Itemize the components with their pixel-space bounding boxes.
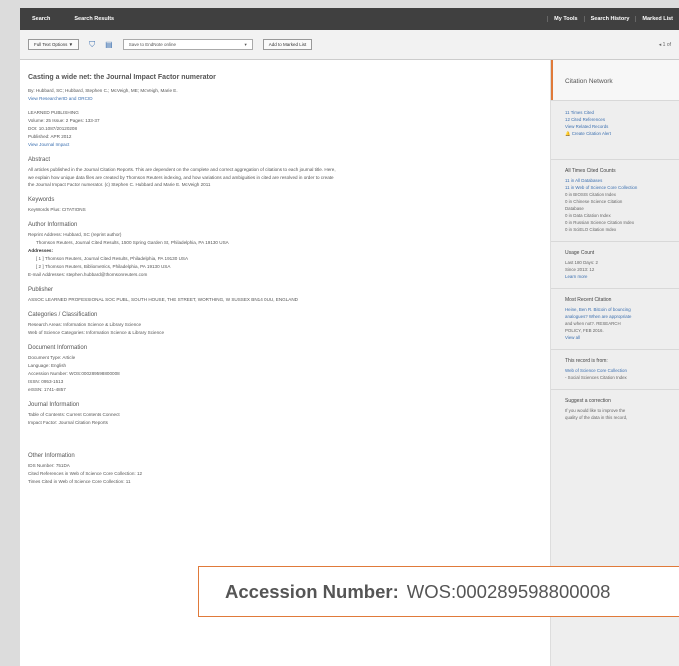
usage-since-2013: Since 2013: 12 [565,267,595,272]
published-date: Published: APR 2012 [28,134,72,139]
save-icon[interactable]: ⛉ [89,40,95,50]
record-pagination[interactable]: ◂ 1 of [659,42,679,48]
my-tools-menu[interactable]: My Tools [547,16,583,22]
record-source-heading: This record is from: [565,358,608,364]
categories-heading: Categories / Classification [28,311,98,318]
top-right-menu: My Tools Search History Marked List [547,16,679,22]
accession-number: Accession Number: WOS:000289598800008 [28,370,120,376]
record-source: This record is from: Web of Science Core… [551,349,679,389]
email-addresses[interactable]: E-mail Addresses: stephen.hubbard@thomso… [28,271,540,279]
document-info-heading: Document Information [28,344,88,351]
sidebar-title: Citation Network [551,60,679,100]
marked-list-link[interactable]: Marked List [635,16,679,22]
most-recent-heading: Most Recent Citation [565,297,612,303]
keywords: KeyWords Plus: CITATIONS [28,206,86,212]
suggest-line-1: If you would like to improve the [565,408,626,413]
doi: DOI: 10.1087/20120208 [28,126,78,131]
address-2: [ 2 ] Thomson Reuters, Bibliometrics, Ph… [36,263,171,269]
atc-biosis: 0 in BIOSIS Citation Index [565,192,617,197]
callout-label: Accession Number: [225,580,399,602]
atc-all-databases[interactable]: 11 in All Databases [565,177,679,184]
abstract-heading: Abstract [28,157,51,163]
full-text-options-button[interactable]: Full Text Options ▼ [28,39,80,50]
atc-scielo: 0 in SciELO Citation Index [565,227,617,232]
times-cited-link[interactable]: 11 Times Cited [565,109,679,116]
add-to-marked-list-button[interactable]: Add to Marked List [262,39,313,50]
keywords-heading: Keywords [28,196,55,203]
cited-references-count: Cited References in Web of Science Core … [28,470,143,476]
learn-more-link[interactable]: Learn more [565,273,679,280]
addresses-heading: Addresses: [28,247,54,253]
atc-core-collection[interactable]: 11 in Web of Science Core Collection [565,184,679,191]
most-recent-line-2[interactable]: analogues? When are appropriate [565,313,679,320]
journal-name: LEARNED PUBLISHING [28,110,79,115]
language: Language: English [28,362,67,368]
abstract-line-2: we explain how unique data files are cre… [28,174,334,180]
atc-chinese-database: Database [565,206,584,211]
save-to-select[interactable]: Save to EndNote online ▾ [122,39,253,50]
publisher-heading: Publisher [28,286,54,293]
create-alert-label: Create Citation Alert [571,131,611,136]
research-areas: Research Areas: Information Science & Li… [28,321,142,327]
record-source-collection[interactable]: Web of Science Core Collection [565,367,679,374]
researcher-id-link[interactable]: View ResearcherID and ORCID [28,95,540,103]
reprint-address: Reprint Address: Hubbard, SC (reprint au… [28,231,122,237]
address-1: [ 1 ] Thomson Reuters, Journal Cited Res… [36,255,189,261]
atc-chinese: 0 in Chinese Science Citation [565,199,623,204]
page-title: Casting a wide net: the Journal Impact F… [28,74,216,81]
citation-links: 11 Times Cited 12 Cited References View … [551,100,679,145]
issn: ISSN: 0953-1513 [28,378,64,384]
save-to-label: Save to EndNote online [128,42,176,47]
search-history-link[interactable]: Search History [583,16,636,22]
document-type: Document Type: Article [28,354,76,360]
impact-factor[interactable]: Impact Factor: Journal Citation Reports [28,419,540,427]
publisher-detail: ASSOC LEARNED PROFESSIONAL SOC PUBL, SOU… [28,296,298,302]
record-source-index: - Social Sciences Citation Index [565,375,627,380]
print-icon[interactable]: ▤ [105,40,113,49]
accession-number-callout: Accession Number: WOS:000289598800008 [198,566,679,617]
volume-info: Volume: 25 Issue: 2 Pages: 133-37 [28,118,100,123]
reprint-address-detail: Thomson Reuters, Journal Cited Results, … [36,239,229,245]
suggest-correction: Suggest a correction If you would like t… [551,389,679,429]
chevron-down-icon: ▾ [244,41,247,47]
most-recent-line-4: POLICY, FEB 2016. [565,328,604,333]
all-times-cited-heading: All Times Cited Counts [565,168,616,174]
usage-last-180: Last 180 Days: 2 [565,260,598,265]
view-all-link[interactable]: View all [565,334,679,341]
all-times-cited: All Times Cited Counts 11 in All Databas… [551,159,679,241]
record-toolbar: Full Text Options ▼ ⛉ ▤ Save to EndNote … [20,30,679,60]
table-of-contents[interactable]: Table of Contents: Current Contents Conn… [28,411,540,419]
wos-categories: Web of Science Categories: Information S… [28,329,165,335]
ids-number: IDS Number: 751DA [28,462,70,468]
top-navigation-bar: Search Search Results My Tools Search Hi… [20,8,679,30]
sidebar-accent [551,60,553,100]
callout-value: WOS:000289598800008 [406,580,611,602]
times-cited-count: Times Cited in Web of Science Core Colle… [28,478,131,484]
most-recent-line-3: and when not?. RESEARCH [565,321,621,326]
atc-data-citation: 0 in Data Citation Index [565,213,611,218]
eissn: eISSN: 1741-4857 [28,386,66,392]
search-results-link[interactable]: Search Results [62,16,126,22]
authors[interactable]: By: Hubbard, SC; Hubbard, Stephen C.; Mc… [28,87,540,95]
create-alert-link[interactable]: 🔔 Create Citation Alert [565,130,679,137]
atc-russian: 0 in Russian Science Citation Index [565,220,635,225]
other-info-heading: Other Information [28,452,75,459]
search-link[interactable]: Search [20,16,62,22]
journal-impact-link[interactable]: View Journal Impact [28,141,540,149]
related-records-link[interactable]: View Related Records [565,123,679,130]
abstract-line-3: the Journal Impact Factor numerator. (c)… [28,182,211,187]
usage-count: Usage Count Last 180 Days: 2 Since 2013:… [551,241,679,288]
suggest-line-2: quality of the data in this record, [565,415,628,420]
usage-count-heading: Usage Count [565,250,595,256]
abstract-line-1: All articles published in the Journal Ci… [28,167,336,172]
suggest-correction-heading[interactable]: Suggest a correction [565,398,679,404]
cited-references-link[interactable]: 12 Cited References [565,116,679,123]
most-recent-line-1[interactable]: Heine, Ben R. Bitcoin of bouncing [565,306,679,313]
author-info-heading: Author Information [28,221,78,228]
most-recent-citation: Most Recent Citation Heine, Ben R. Bitco… [551,288,679,349]
journal-info-heading: Journal Information [28,401,80,408]
bell-icon: 🔔 [565,131,572,136]
